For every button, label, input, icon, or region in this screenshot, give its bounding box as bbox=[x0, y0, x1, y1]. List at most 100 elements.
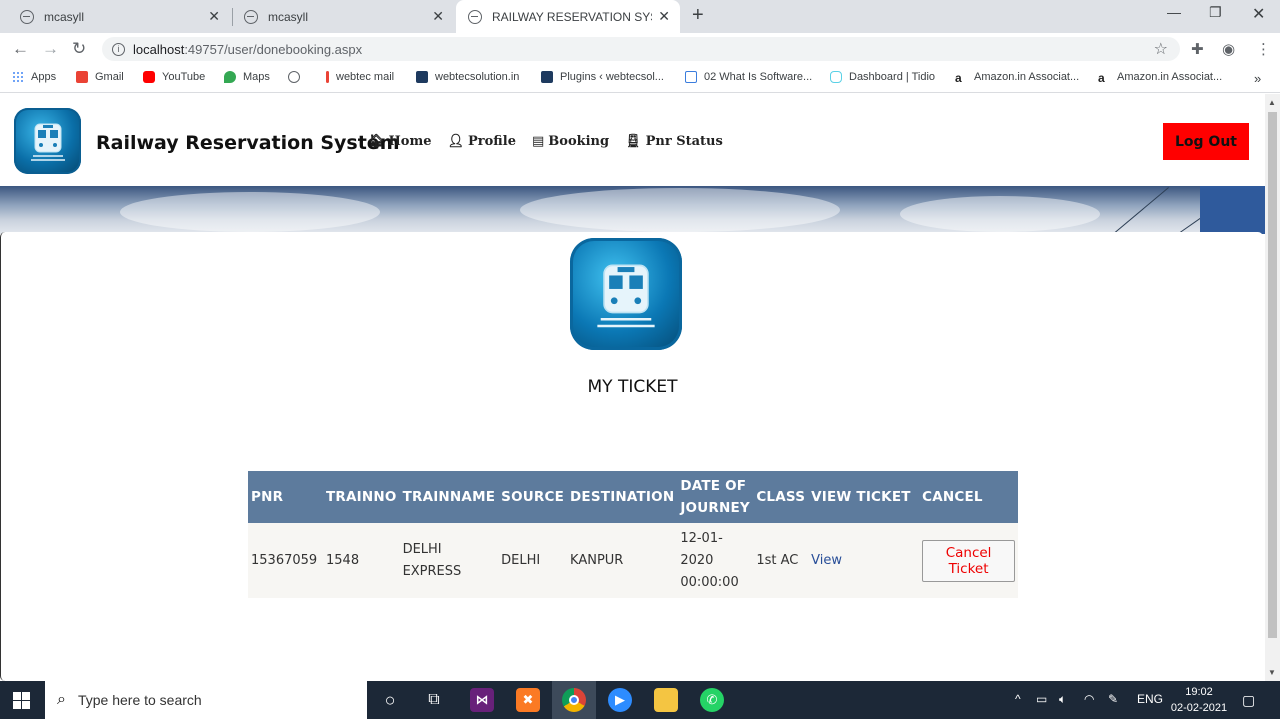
task-view-icon[interactable]: ⧉ bbox=[422, 688, 446, 712]
gmail-icon bbox=[76, 71, 88, 83]
pen-icon[interactable]: ✎ bbox=[1108, 692, 1118, 706]
bookmark-maps[interactable]: Maps bbox=[224, 71, 270, 83]
amazon-icon: a bbox=[1098, 71, 1105, 85]
bookmark-plugins[interactable]: Plugins ‹ webtecsol... bbox=[541, 71, 664, 83]
webtec-icon bbox=[416, 71, 428, 83]
whatsapp-icon[interactable]: ✆ bbox=[700, 688, 724, 712]
bookmark-globe[interactable] bbox=[288, 71, 307, 83]
more-bookmarks-icon[interactable]: » bbox=[1254, 71, 1261, 86]
volume-icon[interactable]: 🔈︎ bbox=[1059, 692, 1066, 707]
notifications-icon[interactable]: ▢ bbox=[1242, 692, 1255, 709]
bookmark-label: Dashboard | Tidio bbox=[849, 71, 936, 83]
col-date: DATE OF JOURNEY bbox=[680, 478, 750, 516]
tidio-icon bbox=[830, 71, 842, 83]
chrome-icon[interactable] bbox=[562, 688, 586, 712]
battery-icon[interactable]: ▭ bbox=[1036, 692, 1047, 706]
bookmark-webtec-mail[interactable]: webtec mail bbox=[326, 71, 394, 83]
search-placeholder: Type here to search bbox=[77, 692, 202, 708]
restore-icon[interactable]: ❐ bbox=[1209, 4, 1222, 21]
bookmark-webtecsolution[interactable]: webtecsolution.in bbox=[416, 71, 519, 83]
language-indicator[interactable]: ENG bbox=[1137, 692, 1163, 706]
windows-start-icon[interactable] bbox=[13, 692, 30, 709]
url-field[interactable]: i localhost:49757/user/donebooking.aspx … bbox=[102, 37, 1180, 61]
browser-tab-active[interactable]: RAILWAY RESERVATION SYSTEM ✕ bbox=[456, 0, 680, 33]
bookmark-star-icon[interactable]: ☆ bbox=[1154, 39, 1168, 59]
bookmark-label: Plugins ‹ webtecsol... bbox=[560, 71, 664, 83]
wifi-icon[interactable]: ◠ bbox=[1084, 692, 1094, 706]
bookmarks-bar: Apps Gmail YouTube Maps webtec mail webt… bbox=[0, 65, 1280, 93]
browser-tab[interactable]: mcasyll ✕ bbox=[8, 0, 230, 33]
close-icon[interactable]: ✕ bbox=[658, 8, 670, 25]
bookmark-apps[interactable]: Apps bbox=[12, 71, 56, 83]
visual-studio-icon[interactable]: ⋈ bbox=[470, 688, 494, 712]
col-source: SOURCE bbox=[501, 489, 565, 505]
forward-icon[interactable]: → bbox=[42, 39, 59, 59]
profile-icon[interactable]: ◉ bbox=[1222, 40, 1235, 58]
col-trainno: TRAINNO bbox=[326, 489, 397, 505]
bookmark-youtube[interactable]: YouTube bbox=[143, 71, 205, 83]
bookmark-tidio[interactable]: Dashboard | Tidio bbox=[830, 71, 935, 83]
browser-tab-bar: mcasyll ✕ mcasyll ✕ RAILWAY RESERVATION … bbox=[0, 0, 1280, 33]
site-header: Railway Reservation System 🏠︎ Home 👤︎ Prof… bbox=[0, 94, 1265, 186]
page-heading: MY TICKET bbox=[587, 377, 678, 397]
table-row: 15367059 1548 DELHI EXPRESS DELHI KANPUR… bbox=[248, 523, 1018, 598]
table-header-row: PNR TRAINNO TRAINNAME SOURCE DESTINATION… bbox=[248, 471, 1018, 523]
cortana-icon[interactable]: ○ bbox=[378, 688, 402, 712]
nav-pnr-status[interactable]: 🚆︎ Pnr Status bbox=[625, 134, 723, 149]
clock-time: 19:02 bbox=[1185, 686, 1213, 698]
nav-booking[interactable]: ▤ Booking bbox=[532, 134, 609, 149]
show-hidden-icons-icon[interactable]: ^ bbox=[1015, 692, 1021, 706]
cell-cancel: Cancel Ticket bbox=[919, 523, 1018, 598]
bookmark-label: webtecsolution.in bbox=[435, 71, 520, 83]
close-icon[interactable]: ✕ bbox=[208, 8, 220, 25]
cell-date: 12-01-2020 00:00:00 bbox=[680, 530, 739, 590]
logout-button[interactable]: Log Out bbox=[1163, 123, 1249, 160]
col-cancel: CANCEL bbox=[922, 489, 983, 505]
youtube-icon bbox=[143, 71, 155, 83]
zoom-icon[interactable]: ▶ bbox=[608, 688, 632, 712]
xampp-icon[interactable]: ✖ bbox=[516, 688, 540, 712]
search-icon: ⌕ bbox=[57, 691, 66, 708]
bookmark-amazon-2[interactable]: a Amazon.in Associat... bbox=[1098, 71, 1223, 85]
new-tab-icon[interactable]: + bbox=[692, 4, 704, 27]
nav-profile[interactable]: 👤︎ Profile bbox=[448, 134, 516, 149]
apps-grid-icon bbox=[12, 71, 24, 83]
railway-logo-large bbox=[570, 238, 682, 350]
document-icon bbox=[685, 71, 697, 83]
book-icon: ▤ bbox=[531, 134, 545, 149]
amazon-icon: a bbox=[955, 71, 962, 85]
info-icon[interactable]: i bbox=[112, 42, 125, 56]
railway-logo[interactable] bbox=[14, 108, 81, 174]
file-explorer-icon[interactable] bbox=[654, 688, 678, 712]
webtec-icon bbox=[541, 71, 553, 83]
browser-tab[interactable]: mcasyll ✕ bbox=[232, 0, 454, 33]
home-icon: 🏠︎ bbox=[368, 134, 385, 149]
bookmark-label: Maps bbox=[243, 71, 270, 83]
cancel-ticket-button[interactable]: Cancel Ticket bbox=[922, 539, 1015, 582]
menu-icon[interactable]: ⋮ bbox=[1256, 40, 1271, 58]
view-ticket-link[interactable]: View bbox=[811, 553, 842, 568]
reload-icon[interactable]: ↻ bbox=[72, 39, 86, 59]
bookmark-gmail[interactable]: Gmail bbox=[76, 71, 124, 83]
col-view-ticket: VIEW TICKET bbox=[811, 489, 911, 505]
page-scrollbar[interactable]: ▲ ▼ bbox=[1265, 94, 1280, 681]
bookmark-amazon-1[interactable]: a Amazon.in Associat... bbox=[955, 71, 1079, 85]
clock-date: 02-02-2021 bbox=[1170, 702, 1228, 714]
nav-label: Profile bbox=[468, 134, 516, 149]
close-window-icon[interactable]: ✕ bbox=[1252, 4, 1265, 24]
extensions-icon[interactable]: ✚ bbox=[1191, 40, 1204, 58]
taskbar-clock[interactable]: 19:02 02-02-2021 bbox=[1168, 684, 1230, 716]
globe-icon bbox=[20, 9, 34, 24]
scroll-thumb[interactable] bbox=[1268, 112, 1277, 638]
cell-trainno: 1548 bbox=[326, 552, 360, 568]
bookmark-label: Amazon.in Associat... bbox=[1117, 71, 1223, 83]
bookmark-software[interactable]: 02 What Is Software... bbox=[685, 71, 812, 83]
nav-home[interactable]: 🏠︎ Home bbox=[368, 134, 432, 149]
scroll-down-icon[interactable]: ▼ bbox=[1268, 668, 1276, 677]
minimize-icon[interactable]: — bbox=[1167, 4, 1181, 20]
close-icon[interactable]: ✕ bbox=[432, 8, 444, 25]
cell-trainname: DELHI EXPRESS bbox=[402, 541, 462, 579]
taskbar-search-box[interactable]: ⌕ Type here to search bbox=[45, 681, 367, 719]
back-icon[interactable]: ← bbox=[12, 39, 29, 59]
scroll-up-icon[interactable]: ▲ bbox=[1268, 98, 1276, 107]
